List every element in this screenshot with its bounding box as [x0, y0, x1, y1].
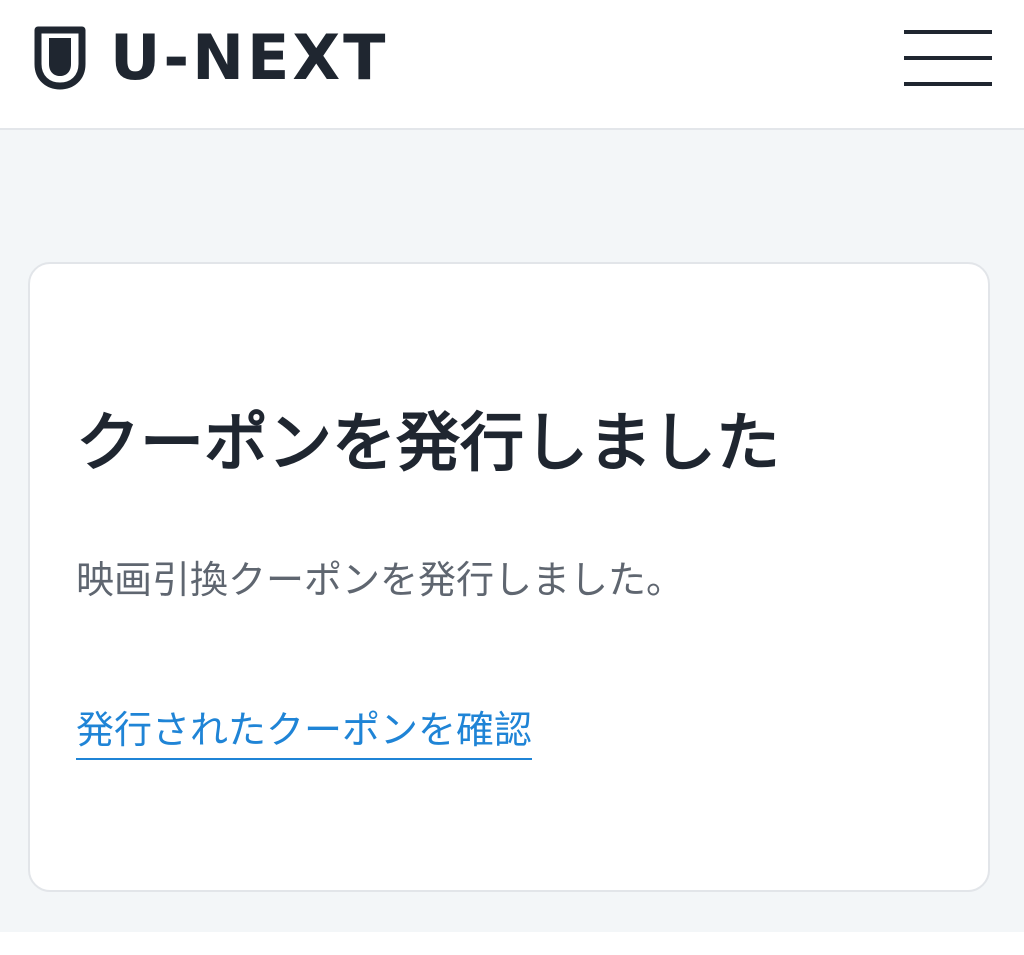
menu-bar: [904, 30, 992, 34]
page-title: クーポンを発行しました: [76, 407, 780, 481]
coupon-issued-message: 映画引換クーポンを発行しました。: [76, 558, 685, 602]
coupon-issued-card: クーポンを発行しました 映画引換クーポンを発行しました。 発行されたクーポンを確…: [28, 262, 990, 892]
unext-logo[interactable]: U-NEXT: [34, 26, 388, 90]
page-footer-strip: [0, 932, 1024, 955]
view-issued-coupon-link[interactable]: 発行されたクーポンを確認: [76, 704, 533, 760]
menu-bar: [904, 82, 992, 86]
main-content: クーポンを発行しました 映画引換クーポンを発行しました。 発行されたクーポンを確…: [0, 130, 1024, 932]
logo-text: U-NEXT: [110, 21, 389, 94]
site-header: U-NEXT: [0, 0, 1024, 130]
hamburger-menu-icon[interactable]: [904, 30, 992, 88]
menu-bar: [904, 56, 992, 60]
shield-icon: [34, 26, 86, 90]
